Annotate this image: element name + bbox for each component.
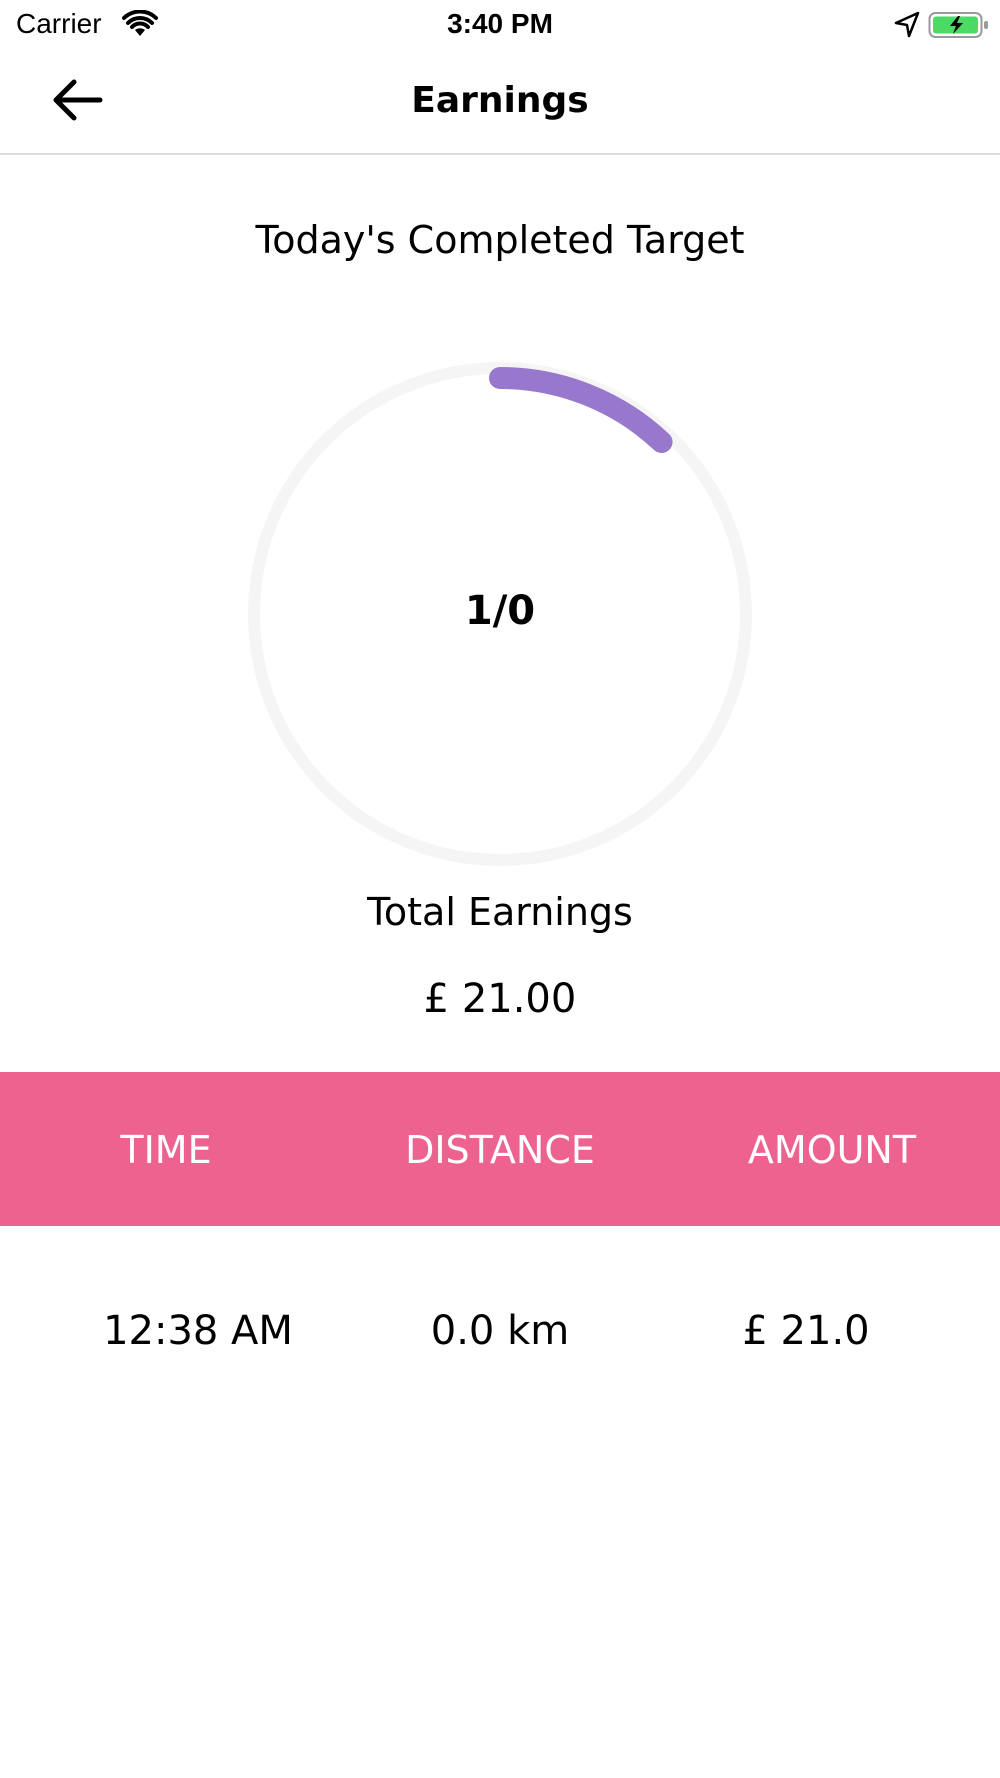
status-time: 3:40 PM [447, 8, 553, 39]
table-row[interactable]: 12:38 AM 0.0 km £ 21.0 [0, 1226, 1000, 1446]
target-count: 1/0 [464, 588, 536, 634]
nav-bar: Earnings [0, 50, 1000, 155]
column-header-distance: DISTANCE [405, 1128, 595, 1172]
total-earnings-label: Total Earnings [367, 890, 633, 934]
location-arrow-icon [894, 11, 920, 38]
table-header: TIME DISTANCE AMOUNT [0, 1072, 1000, 1226]
row-time: 12:38 AM [103, 1308, 293, 1354]
target-title: Today's Completed Target [255, 218, 745, 262]
total-earnings-value: £ 21.00 [423, 976, 577, 1022]
column-header-amount: AMOUNT [747, 1128, 917, 1172]
row-amount: £ 21.0 [742, 1308, 870, 1354]
column-header-time: TIME [120, 1128, 212, 1172]
battery-charging-icon [928, 12, 988, 38]
progress-ring-arc [489, 367, 673, 453]
status-bar: Carrier 3:40 PM [0, 0, 1000, 50]
row-distance: 0.0 km [430, 1308, 570, 1354]
page-title: Earnings [411, 80, 589, 121]
